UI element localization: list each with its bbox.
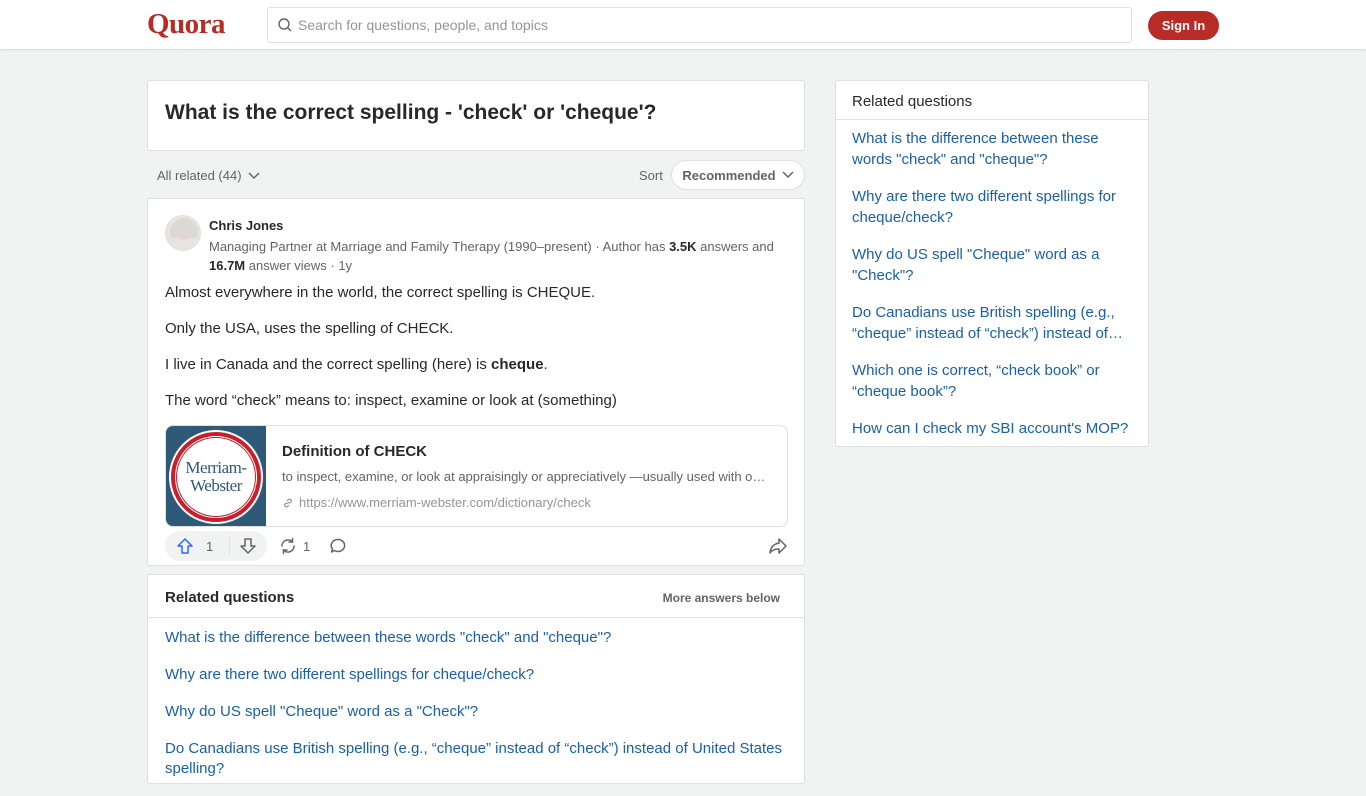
search-box[interactable] — [267, 7, 1132, 43]
share-button[interactable] — [768, 531, 788, 561]
upvote-count: 1 — [206, 538, 214, 554]
vote-controls: 1 — [165, 531, 267, 561]
comment-icon — [330, 538, 346, 553]
logo-text: Merriam- Webster — [176, 437, 256, 517]
answer-paragraph: Almost everywhere in the world, the corr… — [165, 284, 596, 301]
sidebar-related-questions: Related questions What is the difference… — [835, 80, 1149, 447]
link-preview-description: to inspect, examine, or look at appraisi… — [282, 469, 772, 484]
logo-line: Merriam- — [185, 458, 247, 477]
sign-in-button[interactable]: Sign In — [1148, 11, 1219, 40]
link-icon — [284, 498, 292, 507]
answer-card: Chris Jones Managing Partner at Marriage… — [147, 198, 805, 566]
link-preview-title: Definition of CHECK — [282, 443, 427, 460]
sort-dropdown[interactable]: Recommended — [671, 160, 805, 190]
more-answers-below-link[interactable]: More answers below — [663, 591, 780, 605]
chevron-down-icon — [782, 171, 794, 179]
credential-text: Managing Partner at Marriage and Family … — [209, 239, 670, 254]
sidebar-title: Related questions — [852, 93, 973, 110]
related-questions-list: What is the difference between these wor… — [165, 628, 785, 796]
share-arrow-icon — [769, 538, 787, 554]
reshare-count: 1 — [303, 538, 311, 554]
answer-text: I live in Canada and the correct spellin… — [165, 356, 492, 373]
answer-paragraph: I live in Canada and the correct spellin… — [165, 355, 785, 375]
author-credential: Managing Partner at Marriage and Family … — [209, 237, 779, 275]
upvote-button[interactable]: 1 — [165, 531, 229, 561]
question-card: What is the correct spelling - 'check' o… — [147, 80, 805, 151]
answer-paragraph: Only the USA, uses the spelling of CHECK… — [165, 320, 454, 337]
sidebar-question-link[interactable]: What is the difference between these wor… — [852, 128, 1137, 170]
answer-paragraph: The word “check” means to: inspect, exam… — [165, 392, 617, 409]
sidebar-question-list: What is the difference between these wor… — [852, 128, 1137, 439]
downvote-button[interactable] — [230, 531, 266, 561]
all-related-dropdown[interactable]: All related (44) — [157, 168, 260, 183]
merriam-webster-logo: Merriam- Webster — [166, 426, 266, 526]
sidebar-question-link[interactable]: How can I check my SBI account's MOP? — [852, 418, 1137, 439]
top-navigation-bar: Quora Sign In — [0, 0, 1366, 50]
question-title: What is the correct spelling - 'check' o… — [165, 101, 657, 124]
logo-ring: Merriam- Webster — [171, 432, 261, 522]
comment-button[interactable] — [329, 531, 347, 561]
sidebar-question-link[interactable]: Why are there two different spellings fo… — [852, 186, 1137, 228]
logo-line: Webster — [190, 476, 242, 495]
upvote-arrow-icon — [177, 538, 193, 554]
related-questions-header: Related questions More answers below — [148, 575, 804, 618]
author-name[interactable]: Chris Jones — [209, 218, 283, 233]
link-preview-url: https://www.merriam-webster.com/dictiona… — [282, 495, 591, 510]
related-question-link[interactable]: Why do US spell "Cheque" word as a "Chec… — [165, 702, 785, 722]
related-questions-card: Related questions More answers below Wha… — [147, 574, 805, 784]
answer-views-count: 16.7M — [209, 258, 246, 273]
search-input[interactable] — [298, 17, 1131, 33]
answer-body: Almost everywhere in the world, the corr… — [165, 283, 785, 427]
quora-logo[interactable]: Quora — [147, 8, 226, 41]
related-question-link[interactable]: Do Canadians use British spelling (e.g.,… — [165, 739, 785, 779]
answer-actions: 1 1 — [165, 531, 795, 561]
sort-label: Sort — [639, 168, 663, 183]
link-preview-card[interactable]: Merriam- Webster Definition of CHECK to … — [165, 425, 788, 527]
link-url-text: https://www.merriam-webster.com/dictiona… — [299, 495, 591, 510]
chevron-down-icon — [248, 171, 260, 179]
sidebar-question-link[interactable]: Do Canadians use British spelling (e.g.,… — [852, 302, 1137, 344]
reshare-icon — [281, 537, 295, 555]
answer-bold-text: cheque — [491, 356, 544, 373]
sidebar-header: Related questions — [836, 81, 1148, 120]
author-avatar[interactable] — [165, 215, 201, 251]
related-question-link[interactable]: What is the difference between these wor… — [165, 628, 785, 648]
answers-count: 3.5K — [669, 239, 697, 254]
sort-value: Recommended — [682, 167, 776, 183]
related-questions-title: Related questions — [165, 589, 295, 606]
reshare-button[interactable]: 1 — [279, 531, 310, 561]
answer-text: . — [543, 356, 548, 373]
credential-text: answer views · 1y — [245, 258, 353, 273]
answer-filter-bar: All related (44) Sort Recommended — [147, 160, 805, 190]
sidebar-question-link[interactable]: Which one is correct, “check book” or “c… — [852, 360, 1137, 402]
sidebar-question-link[interactable]: Why do US spell "Cheque" word as a "Chec… — [852, 244, 1137, 286]
downvote-arrow-icon — [240, 538, 256, 554]
credential-text: answers and — [696, 239, 774, 254]
all-related-label: All related (44) — [157, 168, 242, 183]
search-icon — [278, 18, 292, 32]
related-question-link[interactable]: Why are there two different spellings fo… — [165, 665, 785, 685]
